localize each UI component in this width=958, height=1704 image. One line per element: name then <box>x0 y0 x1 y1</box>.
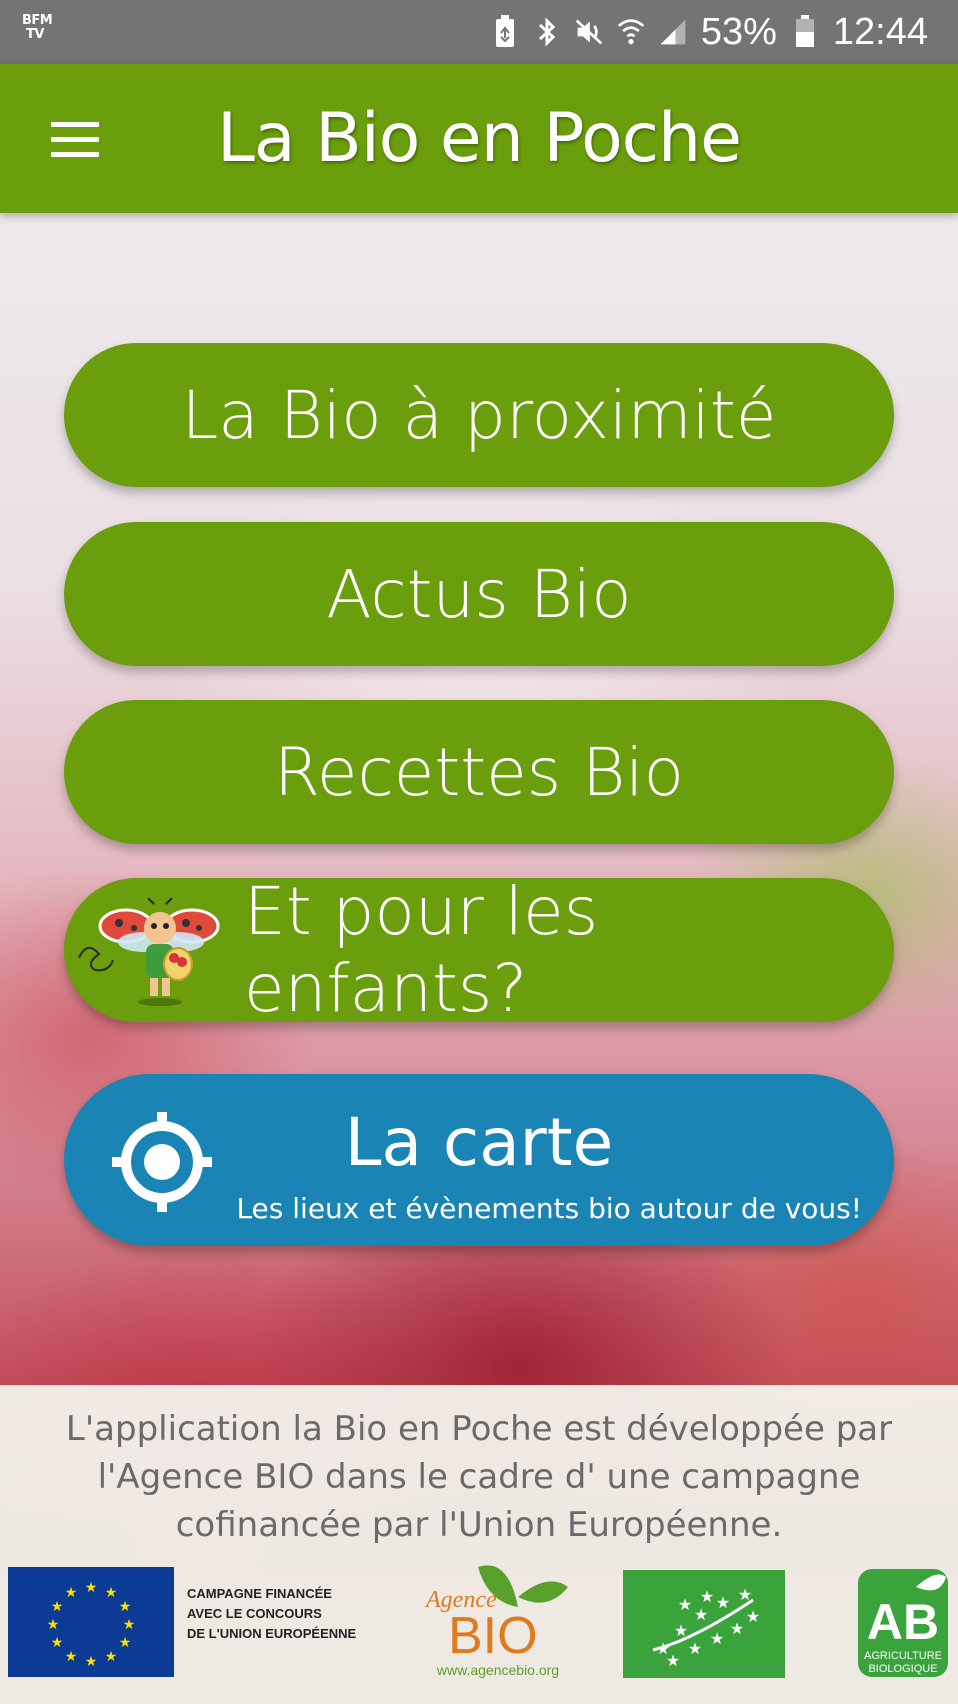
battery-icon <box>791 15 819 49</box>
battery-saver-icon <box>491 15 519 49</box>
svg-text:www.agencebio.org: www.agencebio.org <box>436 1662 559 1678</box>
bfmtv-notification-icon: BFM TV <box>22 13 53 42</box>
status-bar: BFM TV 53% 12:44 <box>0 0 958 64</box>
kids-button-label: Et pour les enfants? <box>244 873 599 1027</box>
svg-text:AB: AB <box>867 1594 939 1650</box>
eu-organic-leaf-logo: ★★★ ★ ★★ ★★★ ★★★ <box>623 1570 785 1678</box>
svg-text:★: ★ <box>51 1634 64 1650</box>
svg-text:★: ★ <box>730 1621 744 1638</box>
svg-text:★: ★ <box>688 1641 702 1658</box>
svg-text:★: ★ <box>694 1607 708 1624</box>
news-button[interactable]: Actus Bio <box>64 522 894 666</box>
footer-text: L'application la Bio en Poche est dévelo… <box>65 1409 893 1545</box>
kids-button[interactable]: Et pour les enfants? <box>64 873 894 1027</box>
clock: 12:44 <box>832 10 928 53</box>
ab-organic-logo: AB AGRICULTURE BIOLOGIQUE <box>858 1569 948 1677</box>
eu-caption: CAMPAGNE FINANCÉE AVEC LE CONCOURS DE L'… <box>187 1586 357 1641</box>
footer: L'application la Bio en Poche est dévelo… <box>0 1385 958 1704</box>
svg-text:★: ★ <box>678 1597 692 1614</box>
partner-logos: ★ ★ ★ ★ ★ ★ ★ ★ ★ ★ ★ ★ CAMPAGNE FINANCÉ… <box>0 1562 958 1692</box>
svg-text:★: ★ <box>746 1609 760 1626</box>
svg-text:★: ★ <box>65 1584 78 1600</box>
svg-text:★: ★ <box>710 1631 724 1648</box>
svg-text:★: ★ <box>674 1623 688 1640</box>
map-button[interactable]: La carte Les lieux et évènements bio aut… <box>64 1074 894 1246</box>
map-button-title: La carte <box>344 1104 614 1181</box>
svg-text:★: ★ <box>105 1584 118 1600</box>
svg-text:BIOLOGIQUE: BIOLOGIQUE <box>868 1663 937 1675</box>
svg-text:★: ★ <box>738 1587 752 1604</box>
svg-text:AGRICULTURE: AGRICULTURE <box>864 1650 942 1662</box>
svg-text:★: ★ <box>85 1579 98 1595</box>
battery-percent: 53% <box>700 10 777 53</box>
ladybug-mascot-icon <box>78 898 220 1006</box>
svg-text:★: ★ <box>123 1616 136 1632</box>
mute-icon <box>575 15 603 49</box>
agence-bio-logo: Agence BIO www.agencebio.org <box>424 1565 568 1678</box>
app-title: La Bio en Poche <box>217 99 742 178</box>
svg-text:★: ★ <box>700 1589 714 1606</box>
svg-text:★: ★ <box>105 1648 118 1664</box>
proximity-button[interactable]: La Bio à proximité <box>64 343 894 487</box>
svg-text:★: ★ <box>65 1648 78 1664</box>
map-button-subtitle: Les lieux et évènements bio autour de vo… <box>236 1192 862 1225</box>
svg-text:★: ★ <box>47 1616 60 1632</box>
signal-icon <box>659 15 687 49</box>
svg-text:BIO: BIO <box>448 1607 538 1665</box>
recipes-button[interactable]: Recettes Bio <box>64 700 894 844</box>
svg-text:★: ★ <box>119 1634 132 1650</box>
wifi-icon <box>617 15 645 49</box>
svg-text:★: ★ <box>666 1653 680 1670</box>
eu-flag-logo: ★ ★ ★ ★ ★ ★ ★ ★ ★ ★ ★ ★ <box>8 1567 174 1677</box>
app-bar: La Bio en Poche <box>0 64 958 213</box>
svg-text:★: ★ <box>85 1653 98 1669</box>
svg-text:★: ★ <box>716 1595 730 1612</box>
svg-text:★: ★ <box>119 1598 132 1614</box>
bluetooth-icon <box>533 15 561 49</box>
svg-text:★: ★ <box>51 1598 64 1614</box>
